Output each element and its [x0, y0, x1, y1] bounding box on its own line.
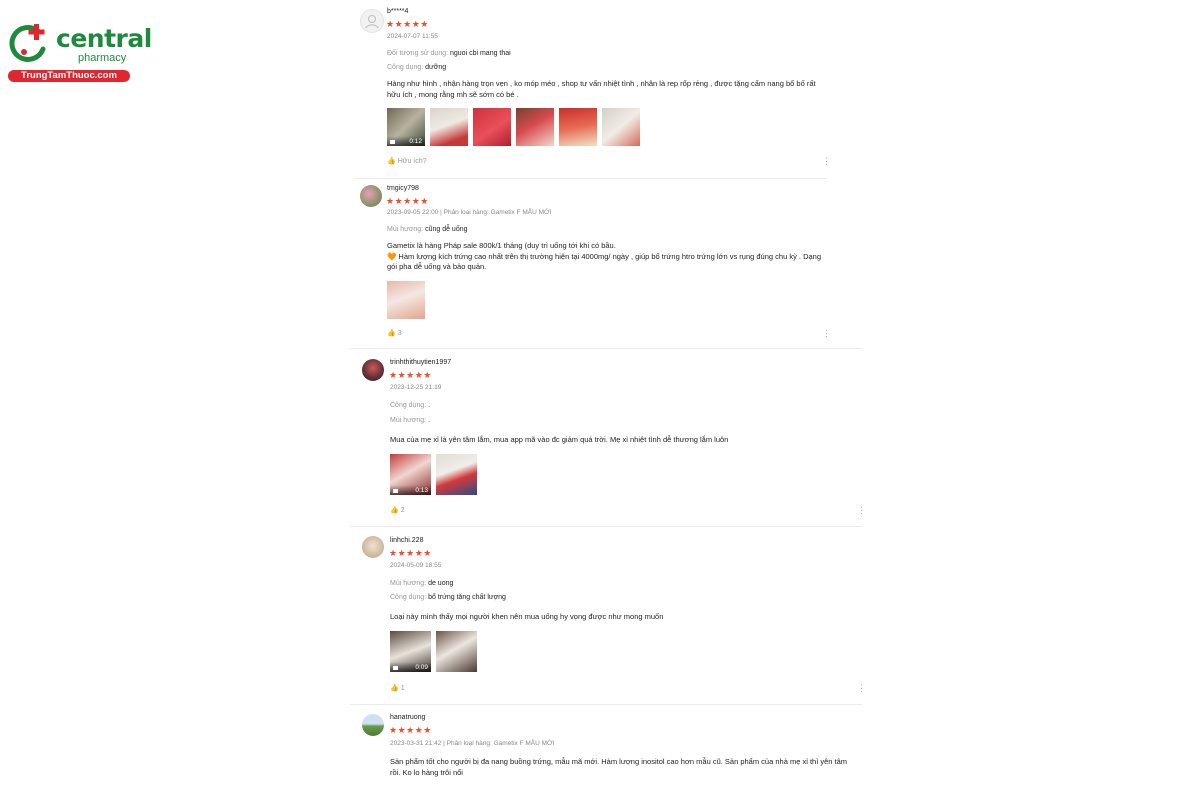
rating-stars: ★★★★★ [389, 548, 432, 558]
review-image-thumbnail[interactable] [602, 108, 640, 146]
attribute-value: nguoi cbi mang thai [450, 50, 511, 57]
review-media: 0:12 [387, 108, 640, 146]
review-video-thumbnail[interactable]: 0:09 [390, 631, 431, 672]
review-attribute: Mùi hương: . [390, 417, 430, 424]
review-image-thumbnail[interactable] [387, 281, 425, 319]
review-attribute: Mùi hương: cũng dễ uống [387, 226, 468, 233]
review-text: Loại này mình thấy mọi người khen nên mu… [390, 612, 664, 621]
review-date: 2023-09-05 22:00 | Phân loại hàng: Gamet… [387, 209, 552, 216]
review-text: Gametix là hàng Pháp sale 800k/1 tháng (… [387, 241, 827, 273]
video-duration: 0:09 [415, 664, 428, 671]
avatar[interactable] [360, 9, 384, 33]
review-image-thumbnail[interactable] [473, 108, 511, 146]
review-date: 2024-07-07 11:55 [387, 33, 438, 40]
review-attribute: Mùi hương: de uong [390, 580, 453, 587]
review-date: 2024-05-09 18:55 [390, 562, 442, 569]
review-username[interactable]: tmgicy798 [387, 185, 419, 192]
avatar[interactable] [362, 714, 384, 736]
review-text-line: 🧡 Hàm lượng kích trứng cao nhất trên thị… [387, 251, 822, 272]
rating-stars: ★★★★★ [386, 196, 429, 206]
rating-stars: ★★★★★ [386, 19, 429, 29]
logo-site-text: TrungTamThuoc.com [8, 70, 130, 82]
logo-sub-text: pharmacy [78, 52, 127, 64]
more-options-icon[interactable]: ⋮ [822, 329, 831, 338]
logo-brand-text: central [56, 24, 152, 53]
video-duration: 0:13 [415, 487, 428, 494]
review-image-thumbnail[interactable] [430, 108, 468, 146]
helpful-button[interactable]: 👍 3 [387, 329, 402, 337]
video-duration: 0:12 [409, 138, 422, 145]
more-options-icon[interactable]: ⋮ [822, 157, 831, 166]
default-user-icon [365, 15, 379, 29]
review-attribute: Công dụng: . [390, 402, 430, 409]
video-camera-icon [390, 140, 395, 144]
review-media [387, 281, 425, 319]
review-attribute: Công dụng: dưỡng [387, 64, 446, 71]
review-text: Sản phẩm tốt cho người bị đa nang buồng … [390, 757, 848, 777]
attribute-key: Công dụng: [390, 402, 429, 409]
review-username[interactable]: b*****4 [387, 8, 408, 15]
review-image-thumbnail[interactable] [436, 454, 477, 495]
more-options-icon[interactable]: ⋮ [857, 684, 866, 693]
review-date: 2023-03-31 21:42 | Phân loại hàng: Gamet… [390, 740, 555, 747]
review-username[interactable]: hanatruong [390, 714, 425, 721]
like-count: 2 [400, 507, 405, 514]
review-video-thumbnail[interactable]: 0:13 [390, 454, 431, 495]
pharmacy-cross-icon [9, 24, 46, 62]
review-media: 0:13 [390, 454, 477, 495]
review-divider [350, 704, 862, 705]
review-divider [350, 348, 862, 349]
review-username[interactable]: trinhthithuytien1997 [390, 359, 451, 366]
more-options-icon[interactable]: ⋮ [857, 506, 866, 515]
attribute-key: Công dụng: [387, 64, 426, 71]
rating-stars: ★★★★★ [389, 725, 432, 735]
helpful-button[interactable]: 👍 2 [390, 506, 405, 514]
review-divider [355, 178, 827, 179]
thumbs-up-icon: 👍 [387, 158, 396, 165]
thumbs-up-icon: 👍 [387, 330, 396, 337]
helpful-button[interactable]: 👍 1 [390, 684, 405, 692]
video-camera-icon [393, 666, 398, 670]
review-image-thumbnail[interactable] [516, 108, 554, 146]
review-text: Hàng như hình , nhận hàng trọn vẹn , ko … [387, 79, 816, 99]
avatar[interactable] [362, 536, 384, 558]
attribute-key: Mùi hương: [390, 580, 429, 587]
attribute-value: . [428, 402, 431, 409]
attribute-key: Đối tượng sử dụng: [387, 50, 450, 57]
central-pharmacy-logo[interactable]: central pharmacy TrungTamThuoc.com [6, 20, 152, 82]
review-divider [350, 526, 862, 527]
review-media: 0:09 [390, 631, 477, 672]
like-count: 1 [400, 685, 405, 692]
attribute-value: . [428, 417, 431, 424]
attribute-value: de uong [428, 580, 454, 587]
attribute-key: Công dụng: [390, 594, 429, 601]
review-attribute: Công dụng: bổ trứng tăng chất lượng [390, 594, 506, 601]
rating-stars: ★★★★★ [389, 370, 432, 380]
attribute-key: Mùi hương: [387, 226, 426, 233]
review-date: 2023-12-25 21:19 [390, 384, 442, 391]
thumbs-up-icon: 👍 [390, 685, 399, 692]
review-text: Mua của mẹ xỉ là yên tâm lắm, mua app mã… [390, 435, 729, 444]
review-video-thumbnail[interactable]: 0:12 [387, 108, 425, 146]
review-image-thumbnail[interactable] [559, 108, 597, 146]
thumbs-up-icon: 👍 [390, 507, 399, 514]
avatar[interactable] [360, 185, 382, 207]
attribute-key: Mùi hương: [390, 417, 429, 424]
attribute-value: cũng dễ uống [425, 226, 468, 233]
review-text-line: Gametix là hàng Pháp sale 800k/1 tháng (… [387, 241, 616, 250]
video-camera-icon [393, 489, 398, 493]
attribute-value: dưỡng [425, 64, 447, 71]
like-count: Hữu ích? [397, 158, 427, 165]
review-username[interactable]: linhchi.228 [390, 537, 423, 544]
review-image-thumbnail[interactable] [436, 631, 477, 672]
avatar[interactable] [362, 359, 384, 381]
review-attribute: Đối tượng sử dụng: nguoi cbi mang thai [387, 50, 511, 57]
helpful-button[interactable]: 👍 Hữu ích? [387, 157, 427, 165]
attribute-value: bổ trứng tăng chất lượng [428, 594, 506, 601]
like-count: 3 [397, 330, 402, 337]
